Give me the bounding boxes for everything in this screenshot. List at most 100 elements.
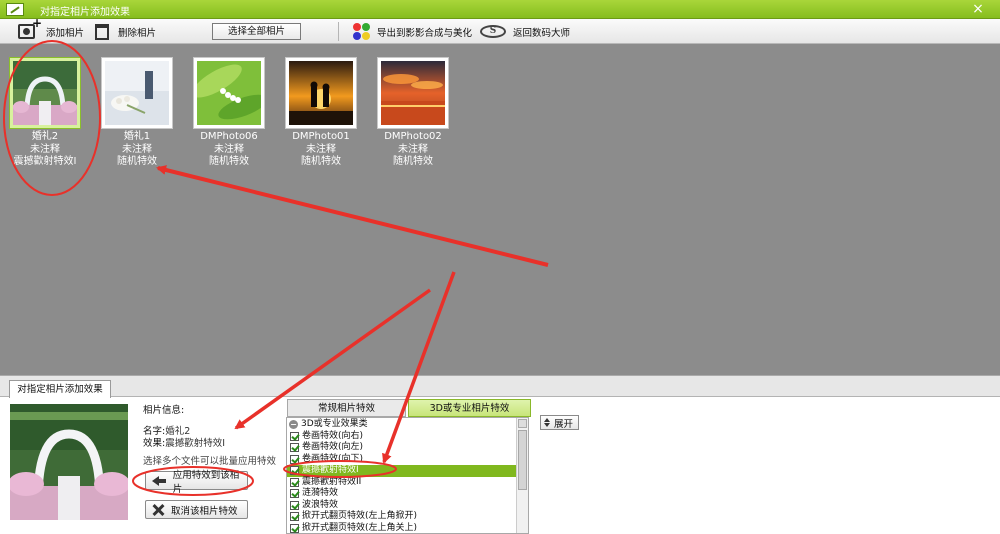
photo-effect: 随机特效 [301,156,341,167]
photo-name: DMPhoto06 [200,131,258,142]
apply-effect-button[interactable]: 应用特效到该相片 [145,470,248,495]
checkbox-checked-icon[interactable] [290,443,299,453]
trash-icon [95,23,109,40]
effect-item-label: 波浪特效 [302,499,339,510]
effect-group-label: 3D或专业效果类 [301,419,368,429]
photo-caption-4: DMPhoto01 未注释 随机特效 [276,131,366,169]
arrow-left-icon [152,475,166,486]
batch-hint: 选择多个文件可以批量应用特效 [143,456,277,467]
effect-list-item[interactable]: 掀开式翻页特效(左上角掀开) [287,511,517,523]
info-title: 相片信息: [143,405,185,416]
checkbox-checked-icon[interactable] [290,500,299,510]
checkbox-checked-icon[interactable] [290,523,299,533]
apply-effect-label: 应用特效到该相片 [172,469,240,495]
scroll-up-button[interactable] [518,419,527,428]
toolbar: 添加相片 删除相片 选择全部相片 导出到影影合成与美化 S 返回数码大师 [0,16,1000,44]
photo-note: 未注释 [214,143,244,155]
effect-item-label: 震撼歡射特效II [302,476,362,487]
photo-thumbnail-2[interactable] [101,57,173,129]
select-all-photos-button[interactable]: 选择全部相片 [212,23,301,40]
export-label: 导出到影影合成与美化 [377,27,473,39]
sunset-sea-photo [381,61,445,125]
photo-note: 未注释 [398,143,428,155]
cancel-effect-label: 取消该相片特效 [171,505,238,517]
effect-tabs: 常规相片特效 3D或专业相片特效 [287,399,531,417]
tab-3d-effects[interactable]: 3D或专业相片特效 [408,399,531,417]
photo-name: DMPhoto02 [384,131,442,142]
effect-item-label: 卷画特效(向左) [302,442,364,452]
effect-item-label: 涟漪特效 [302,488,339,498]
effect-item-label: 卷画特效(向下) [302,453,364,464]
add-photo-label: 添加相片 [46,27,85,39]
photo-thumbnail-1[interactable] [9,57,81,129]
expand-button[interactable]: 展开 [540,415,579,430]
photo-effect: 震撼歡射特效I [13,156,77,167]
toolbar-divider [338,22,339,41]
photo-caption-3: DMPhoto06 未注释 随机特效 [184,131,274,169]
photo-caption-1: 婚礼2 未注释 震撼歡射特效I [0,131,90,169]
close-button[interactable]: × [970,1,986,17]
effect-list-item[interactable]: 掀开式翻页特效(左上角关上) [287,523,517,534]
add-photo-icon [18,16,42,39]
photo-note: 未注释 [306,143,336,155]
effect-list-scrollbar[interactable] [516,418,528,533]
return-logo-icon: S [480,25,506,38]
info-name-row: 名字:婚礼2 [143,426,225,438]
effect-label: 效果: [143,438,166,449]
expand-label: 展开 [554,418,574,430]
photo-effect: 随机特效 [117,156,157,167]
checkbox-checked-icon[interactable] [290,431,299,441]
photo-thumbnail-5[interactable] [377,57,449,129]
collapse-icon[interactable]: − [289,420,298,430]
effect-list-item[interactable]: 卷画特效(向右) [287,431,517,443]
return-button[interactable]: S 返回数码大师 [480,19,570,44]
effect-list-item[interactable]: 震撼歡射特效I [287,465,517,477]
selected-photo-preview [10,404,128,520]
tab-normal-effects[interactable]: 常规相片特效 [287,399,406,417]
return-label: 返回数码大师 [513,27,571,39]
add-photo-button[interactable]: 添加相片 [18,16,85,44]
photo-caption-2: 婚礼1 未注释 随机特效 [92,131,182,169]
checkbox-checked-icon[interactable] [290,466,299,476]
effect-list-item[interactable]: 卷画特效(向下) [287,454,517,466]
effect-list-item[interactable]: 震撼歡射特效II [287,477,517,489]
export-button[interactable]: 导出到影影合成与美化 [353,19,472,44]
color-palette-icon [353,23,370,40]
photo-name: DMPhoto01 [292,131,350,142]
effect-group-row[interactable]: − 3D或专业效果类 [287,419,517,431]
up-down-arrows-icon [544,418,551,427]
sunset-silhouette-photo [289,61,353,125]
app-icon [6,3,24,16]
checkbox-checked-icon[interactable] [290,454,299,464]
window-titlebar: 对指定相片添加效果 × [0,0,1000,19]
photo-thumbnail-3[interactable] [193,57,265,129]
window-title: 对指定相片添加效果 [40,7,130,18]
delete-photo-label: 删除相片 [118,27,157,39]
name-label: 名字: [143,426,166,437]
effect-item-label: 震撼歡射特效I [302,465,359,475]
checkbox-checked-icon[interactable] [290,489,299,499]
photo-name: 婚礼2 [31,131,59,142]
wedding-arch-photo [13,61,77,125]
photo-effect: 随机特效 [209,156,249,167]
tab-add-effect[interactable]: 对指定相片添加效果 [9,380,111,398]
effect-item-label: 掀开式翻页特效(左上角关上) [302,522,418,533]
photo-thumbnail-4[interactable] [285,57,357,129]
effect-item-label: 掀开式翻页特效(左上角掀开) [302,511,418,521]
annotation-arrow-to-caption [156,165,549,267]
bouquet-photo [105,61,169,125]
checkbox-checked-icon[interactable] [290,512,299,522]
effect-list-item[interactable]: 卷画特效(向左) [287,442,517,454]
checkbox-checked-icon[interactable] [290,477,299,487]
cancel-effect-button[interactable]: 取消该相片特效 [145,500,248,519]
effect-list-item[interactable]: 波浪特效 [287,500,517,512]
effect-list-item[interactable]: 涟漪特效 [287,488,517,500]
panel-tab-strip: 对指定相片添加效果 [0,376,1000,398]
delete-photo-button[interactable]: 删除相片 [95,19,156,44]
effect-item-label: 卷画特效(向右) [302,430,364,441]
effect-value: 震撼歡射特效I [165,438,226,449]
photo-effect: 随机特效 [393,156,433,167]
effect-list: − 3D或专业效果类 卷画特效(向右) 卷画特效(向左) 卷画特效(向下) 震撼歡射特… [286,417,529,534]
photo-caption-5: DMPhoto02 未注释 随机特效 [368,131,458,169]
scrollbar-thumb[interactable] [518,430,527,490]
